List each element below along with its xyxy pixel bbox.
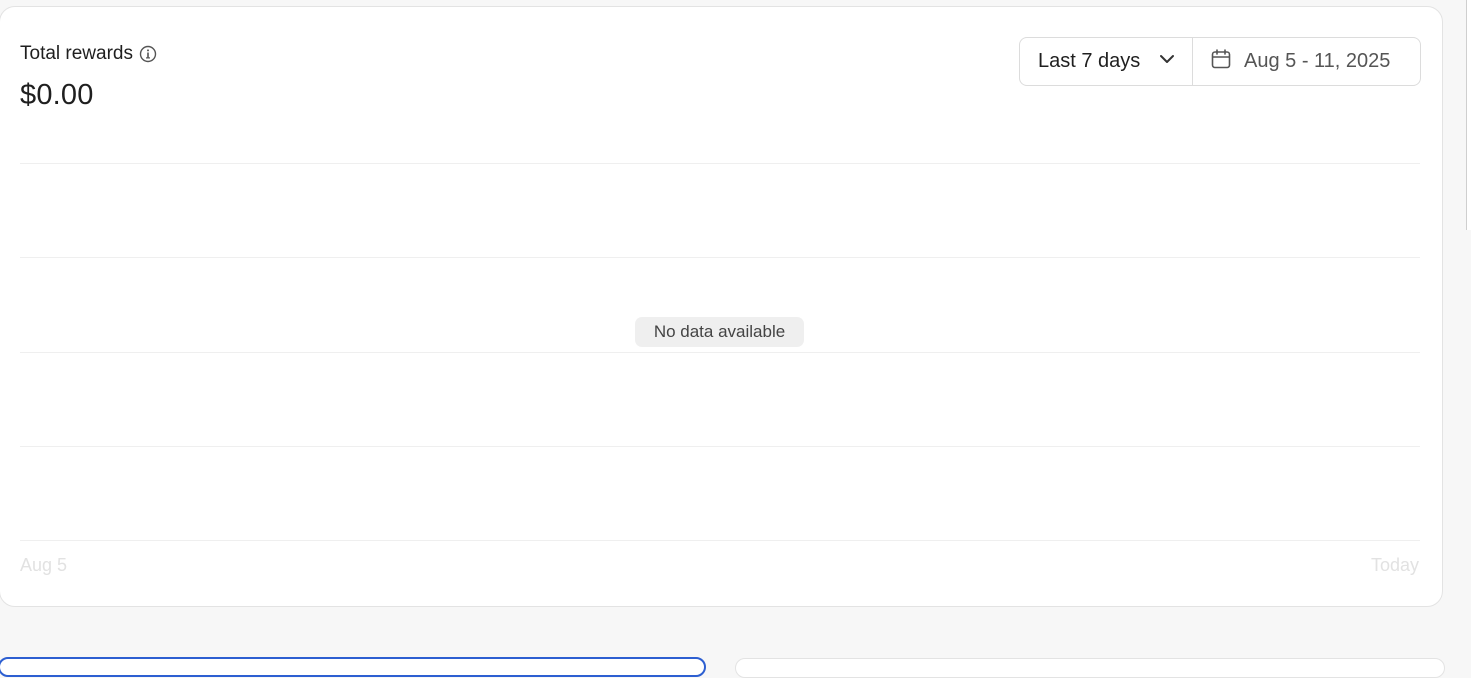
- date-range-picker[interactable]: Aug 5 - 11, 2025: [1193, 38, 1420, 85]
- chevron-down-icon: [1158, 50, 1176, 74]
- lower-card-selected[interactable]: [0, 657, 706, 677]
- range-dropdown[interactable]: Last 7 days: [1020, 38, 1193, 85]
- total-rewards-amount: $0.00: [20, 79, 94, 111]
- date-filter-group: Last 7 days Aug 5 - 11, 2025: [1019, 37, 1421, 86]
- card-header: Total rewards: [20, 43, 157, 65]
- total-rewards-card: Total rewards $0.00 Last 7 days Aug 5 - …: [0, 6, 1443, 607]
- range-dropdown-label: Last 7 days: [1038, 50, 1141, 72]
- chart-gridline: [20, 352, 1420, 353]
- x-axis-start-label: Aug 5: [20, 555, 68, 575]
- calendar-icon: [1210, 48, 1232, 76]
- lower-card[interactable]: [735, 658, 1445, 678]
- chart-gridline: [20, 446, 1420, 447]
- card-title: Total rewards: [20, 43, 133, 64]
- chart-gridline: [20, 163, 1420, 164]
- x-axis-end-label: Today: [1370, 555, 1419, 575]
- no-data-message: No data available: [635, 317, 804, 347]
- scrollbar[interactable]: [1466, 0, 1471, 230]
- date-range-label: Aug 5 - 11, 2025: [1244, 50, 1391, 72]
- info-icon[interactable]: [139, 45, 157, 63]
- chart-baseline: [20, 540, 1420, 541]
- chart-gridline: [20, 257, 1420, 258]
